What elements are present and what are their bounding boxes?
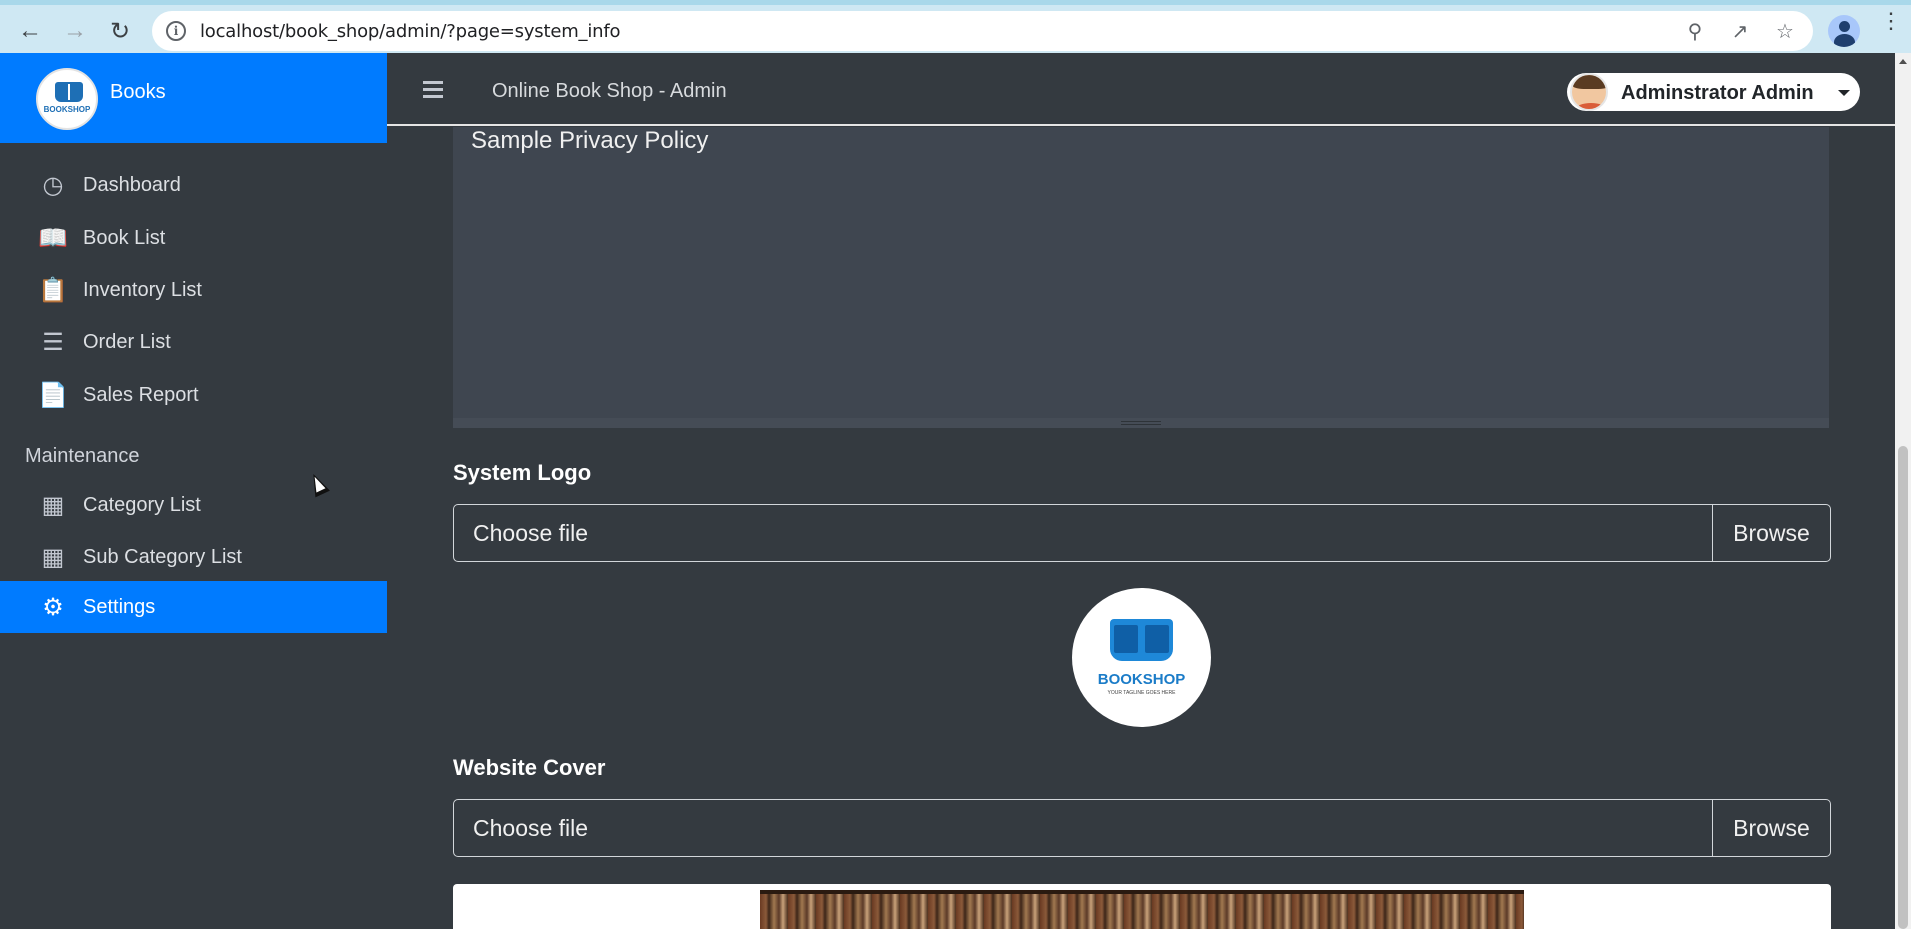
- browser-menu-icon[interactable]: ⋮: [1880, 10, 1902, 32]
- brand-link[interactable]: BOOKSHOP Books: [0, 53, 387, 143]
- browser-profile-icon[interactable]: [1828, 15, 1860, 47]
- sidebar-item-label: Dashboard: [83, 173, 181, 196]
- sidebar-item-label: Settings: [83, 595, 156, 618]
- url-text[interactable]: localhost/book_shop/admin/?page=system_i…: [200, 21, 621, 42]
- brand-logo: BOOKSHOP: [36, 68, 98, 130]
- sidebar-item-inventory-list[interactable]: 📋 Inventory List: [0, 264, 387, 316]
- browser-toolbar: ← → ↻ i localhost/book_shop/admin/?page=…: [0, 0, 1911, 53]
- page-title[interactable]: Online Book Shop - Admin: [492, 80, 727, 103]
- chevron-down-icon: [1838, 90, 1850, 96]
- top-navbar: Online Book Shop - Admin Adminstrator Ad…: [387, 53, 1911, 126]
- sidebar-section-maintenance: Maintenance: [25, 445, 140, 467]
- zoom-icon[interactable]: ⚲: [1682, 19, 1708, 45]
- sidebar-item-label: Category List: [83, 493, 201, 516]
- file-icon: 📄: [38, 381, 68, 409]
- settings-content: Sample Privacy Policy System Logo Choose…: [387, 127, 1881, 929]
- website-cover-file-input[interactable]: Choose file Browse: [453, 799, 1831, 857]
- sidebar-item-category-list[interactable]: ▦ Category List: [0, 479, 387, 531]
- user-name: Adminstrator Admin: [1621, 82, 1814, 104]
- privacy-policy-text[interactable]: Sample Privacy Policy: [471, 127, 708, 155]
- book-open-icon: 📖: [38, 224, 68, 252]
- sidebar-item-label: Sub Category List: [83, 545, 242, 568]
- browse-button[interactable]: Browse: [1712, 800, 1830, 856]
- user-menu-dropdown[interactable]: Adminstrator Admin: [1567, 73, 1860, 111]
- cover-image: [760, 890, 1524, 929]
- file-placeholder: Choose file: [473, 815, 589, 841]
- address-bar[interactable]: i localhost/book_shop/admin/?page=system…: [152, 11, 1813, 51]
- back-icon[interactable]: ←: [13, 14, 47, 48]
- sidebar-item-sales-report[interactable]: 📄 Sales Report: [0, 369, 387, 421]
- scrollbar-thumb[interactable]: [1898, 446, 1908, 929]
- file-placeholder: Choose file: [473, 520, 589, 546]
- table-icon: ▦: [41, 491, 65, 519]
- avatar: [1570, 73, 1608, 111]
- site-info-icon[interactable]: i: [166, 21, 186, 41]
- editor-resize-handle[interactable]: [1121, 421, 1161, 425]
- sidebar-item-label: Inventory List: [83, 278, 202, 301]
- system-logo-preview: BOOKSHOP YOUR TAGLINE GOES HERE: [1072, 588, 1211, 727]
- tachometer-icon: ◷: [42, 171, 64, 199]
- cogs-icon: ⚙: [42, 593, 64, 621]
- website-cover-label: Website Cover: [453, 755, 606, 780]
- sidebar-item-label: Order List: [83, 330, 171, 353]
- privacy-policy-editor[interactable]: Sample Privacy Policy: [453, 127, 1829, 428]
- sidebar-item-order-list[interactable]: ☰ Order List: [0, 316, 387, 368]
- reload-icon[interactable]: ↻: [103, 14, 137, 48]
- bookmark-star-icon[interactable]: ☆: [1772, 19, 1798, 45]
- sidebar-item-dashboard[interactable]: ◷ Dashboard: [0, 159, 387, 211]
- sidebar-item-label: Sales Report: [83, 383, 199, 406]
- sidebar-item-sub-category-list[interactable]: ▦ Sub Category List: [0, 531, 387, 583]
- sidebar-item-label: Book List: [83, 226, 166, 249]
- forward-icon[interactable]: →: [58, 14, 92, 48]
- system-logo-file-input[interactable]: Choose file Browse: [453, 504, 1831, 562]
- sidebar-item-settings[interactable]: ⚙ Settings: [0, 581, 387, 633]
- sidebar-item-book-list[interactable]: 📖 Book List: [0, 212, 387, 264]
- brand-name: Books: [110, 81, 166, 103]
- page-scrollbar[interactable]: [1895, 53, 1911, 929]
- table-icon: ▦: [41, 543, 65, 571]
- browse-button[interactable]: Browse: [1712, 505, 1830, 561]
- hamburger-menu-icon[interactable]: [423, 81, 443, 102]
- scroll-up-icon[interactable]: [1899, 59, 1907, 64]
- website-cover-preview: [453, 884, 1831, 929]
- clipboard-list-icon: 📋: [38, 276, 68, 304]
- list-icon: ☰: [42, 328, 64, 356]
- share-icon[interactable]: ↗: [1727, 19, 1753, 45]
- system-logo-label: System Logo: [453, 460, 592, 485]
